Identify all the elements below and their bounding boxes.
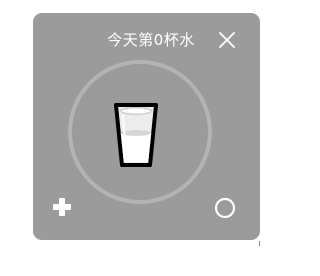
add-button[interactable]: [52, 197, 72, 217]
circle-icon: [214, 197, 236, 219]
water-reminder-widget: 今天第0杯水: [33, 13, 260, 240]
drink-cup-button[interactable]: [112, 99, 160, 169]
close-icon: [219, 32, 235, 48]
window-edge-mark: [259, 241, 260, 246]
water-glass-icon: [114, 103, 158, 167]
plus-icon: [53, 198, 71, 216]
widget-title: 今天第0杯水: [107, 31, 195, 49]
close-button[interactable]: [218, 31, 236, 49]
settings-button[interactable]: [213, 196, 237, 220]
